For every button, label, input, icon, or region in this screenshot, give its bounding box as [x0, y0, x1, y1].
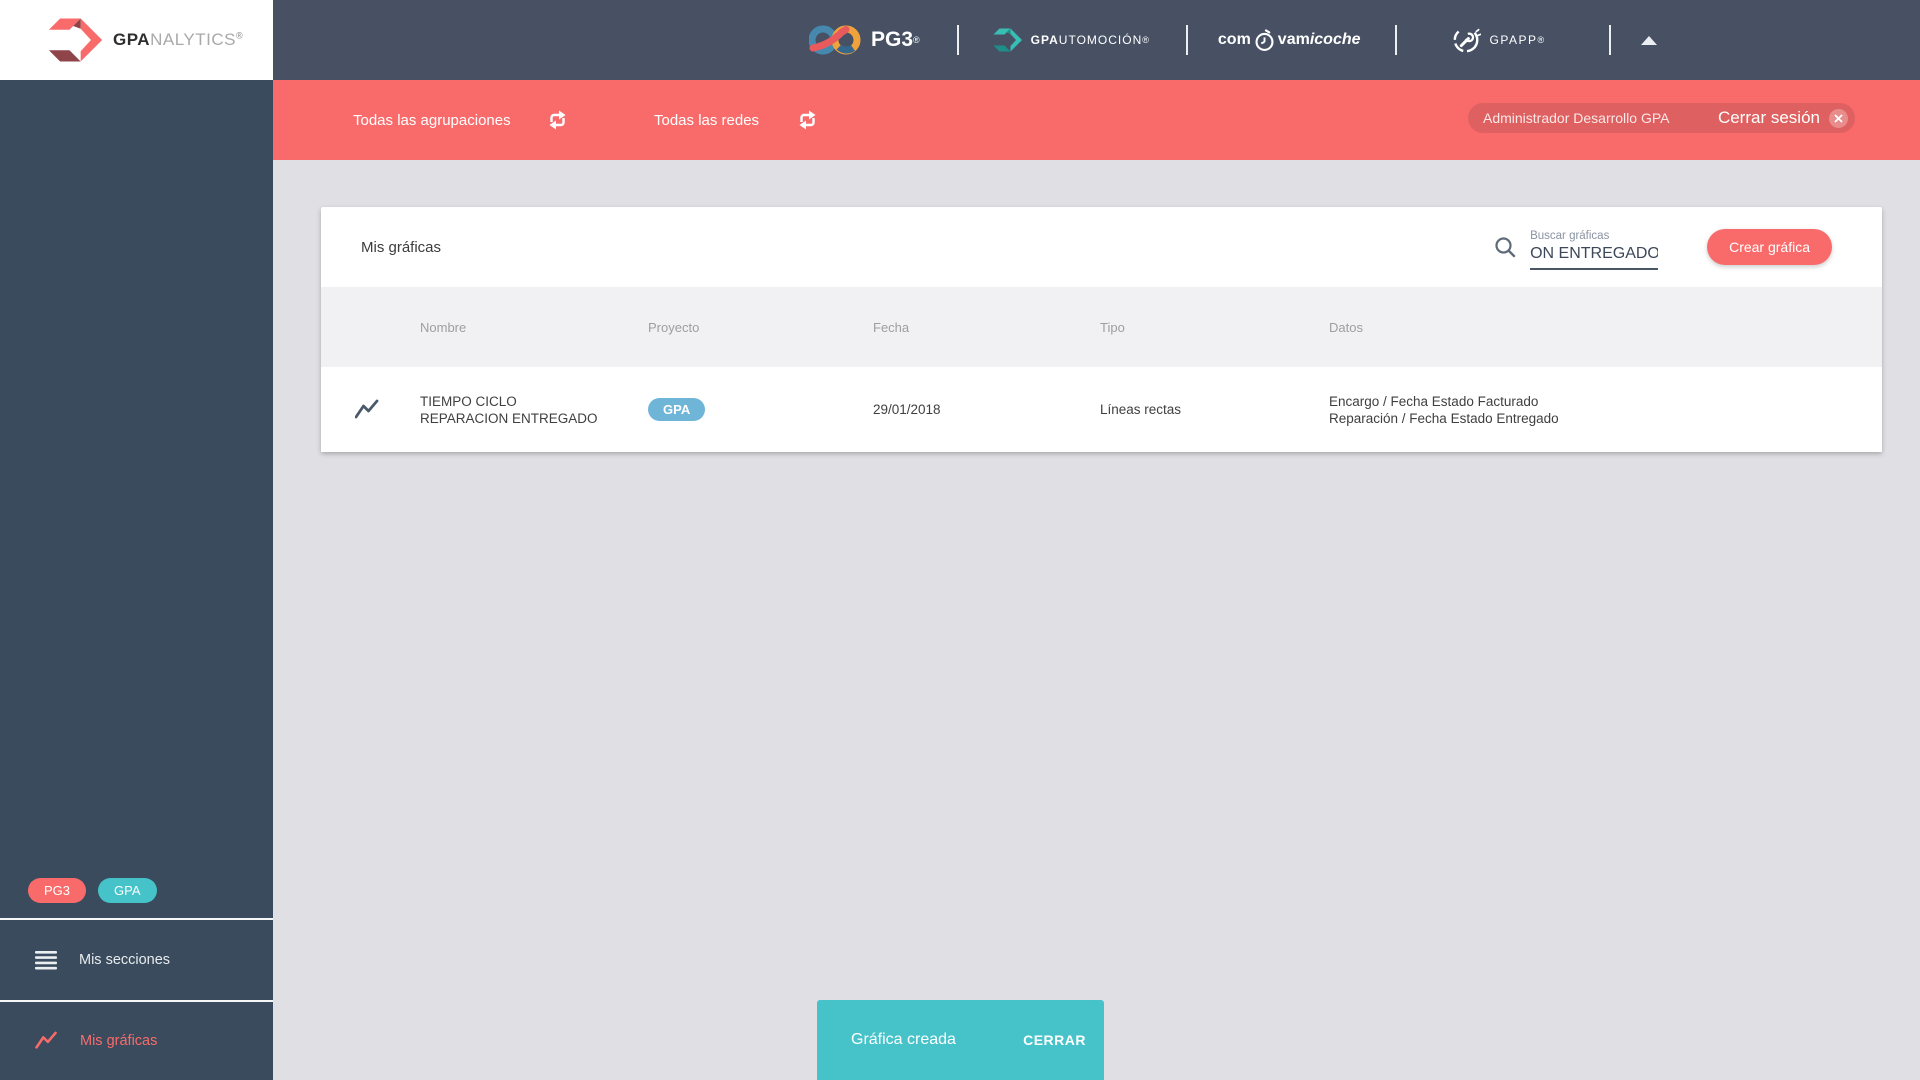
logout-label: Cerrar sesión [1717, 108, 1820, 127]
sidebar-badges: PG3 GPA [28, 878, 157, 903]
pg3-logo[interactable]: PG3 ® [809, 21, 920, 59]
gpanalytics-wordmark: GPANALYTICS® [113, 30, 243, 50]
page-title: Mis gráficas [361, 238, 442, 256]
header-separator [1185, 25, 1188, 55]
list-icon [35, 950, 57, 969]
row-date: 29/01/2018 [873, 402, 941, 417]
line-chart-icon [35, 1031, 57, 1049]
user-session-pill: Administrador Desarrollo GPA Cerrar sesi… [1468, 103, 1855, 133]
close-circle-icon[interactable] [1829, 108, 1848, 128]
card-header: Mis gráficas Buscar gráficas Crear gráfi… [321, 207, 1882, 287]
column-header-tipo: Tipo [1100, 319, 1125, 335]
column-header-nombre: Nombre [420, 319, 467, 335]
stopwatch-icon [1255, 28, 1274, 51]
gpanalytics-logo[interactable]: GPANALYTICS® [0, 0, 273, 80]
table-header-row: Nombre Proyecto Fecha Tipo Datos [321, 287, 1882, 367]
logo-reg-mark: ® [235, 30, 244, 41]
snackbar-message: Gráfica creada [851, 1031, 956, 1048]
gpapp-reg-mark: ® [1537, 35, 1546, 45]
gpautomocion-text-bold: GPA [1030, 33, 1059, 47]
sidebar-item-mis-secciones[interactable]: Mis secciones [0, 920, 273, 1000]
app-root: GPANALYTICS® PG3 GPA Mis secciones Mis g… [0, 0, 1920, 1080]
comprovamicoche-text-mid: vam [1277, 31, 1310, 48]
comprovamicoche-text-italic: icoche [1309, 31, 1361, 48]
gpautomocion-logo[interactable]: GPA UTOMOCIÓN ® [993, 27, 1150, 53]
mis-graficas-card: Mis gráficas Buscar gráficas Crear gráfi… [321, 207, 1882, 452]
gpapp-wordmark: GPAPP [1489, 33, 1538, 47]
user-name-label: Administrador Desarrollo GPA [1483, 110, 1670, 126]
search-label: Buscar gráficas [1530, 230, 1610, 242]
header-separator [1608, 25, 1611, 55]
row-actions-cell [1749, 396, 1882, 423]
row-data-line-1: Encargo / Fecha Estado Facturado [1329, 393, 1539, 409]
project-badge: GPA [648, 398, 706, 421]
filter-bar: Todas las agrupaciones Todas las redes A… [273, 80, 1920, 160]
sidebar-item-mis-graficas[interactable]: Mis gráficas [0, 1002, 273, 1080]
row-type: Líneas rectas [1100, 402, 1182, 417]
row-data: Encargo / Fecha Estado Facturado Reparac… [1329, 393, 1749, 427]
swap-icon[interactable] [796, 109, 819, 131]
row-name: TIEMPO CICLO REPARACION ENTREGADO [420, 393, 598, 426]
snackbar: Gráfica creada CERRAR [817, 1000, 1104, 1080]
pg3-infinity-icon [809, 25, 861, 55]
logo-text-gpa: GPA [113, 30, 151, 49]
snackbar-close-button[interactable]: CERRAR [1017, 1026, 1092, 1054]
badge-pg3[interactable]: PG3 [28, 878, 87, 903]
sidebar: GPANALYTICS® PG3 GPA Mis secciones Mis g… [0, 0, 273, 1080]
create-chart-button[interactable]: Crear gráfica [1707, 229, 1832, 265]
pg3-wordmark: PG3 [871, 28, 914, 51]
column-header-fecha: Fecha [873, 319, 910, 335]
badge-gpa[interactable]: GPA [98, 878, 157, 903]
comprovamicoche-text-pre: com [1217, 31, 1251, 48]
search-icon[interactable] [1494, 236, 1516, 258]
filter-agrupaciones-label: Todas las agrupaciones [353, 111, 511, 129]
gpautomocion-reg-mark: ® [1142, 35, 1150, 45]
search-field: Buscar gráficas [1530, 230, 1659, 270]
column-header-proyecto: Proyecto [648, 319, 700, 335]
header-separator [956, 25, 959, 55]
row-project-cell: GPA [648, 398, 873, 421]
pg3-reg-mark: ® [913, 35, 920, 45]
kebab-menu-icon[interactable] [1789, 396, 1799, 422]
row-data-line-2: Reparación / Fecha Estado Entregado [1329, 410, 1559, 426]
filter-redes[interactable]: Todas las redes [654, 80, 819, 160]
gpautomocion-arrow-icon [993, 28, 1022, 52]
chevron-up-icon [1640, 35, 1657, 45]
logo-text-nalytics: NALYTICS [150, 30, 236, 49]
column-header-datos: Datos [1329, 319, 1363, 335]
line-chart-icon [355, 399, 379, 418]
filter-agrupaciones[interactable]: Todas las agrupaciones [353, 80, 569, 160]
filter-redes-label: Todas las redes [654, 111, 760, 129]
swap-icon[interactable] [546, 109, 569, 131]
gpapp-logo[interactable]: GPAPP ® [1451, 25, 1546, 55]
comprovamicoche-logo[interactable]: com vam icoche [1217, 28, 1361, 52]
header-separator [1394, 25, 1397, 55]
gpautomocion-text-rest: UTOMOCIÓN [1058, 33, 1143, 47]
sidebar-item-label: Mis gráficas [80, 1033, 158, 1049]
collapse-header-button[interactable] [1640, 35, 1657, 45]
logout-button[interactable]: Cerrar sesión [1718, 108, 1848, 128]
search-input[interactable] [1530, 245, 1659, 270]
sidebar-item-label: Mis secciones [79, 952, 171, 968]
table-row[interactable]: TIEMPO CICLO REPARACION ENTREGADO GPA 29… [321, 367, 1882, 452]
top-header: PG3 ® GPA UTOMOCIÓN ® com vam icoche GPA… [273, 0, 1920, 80]
gpanalytics-arrow-icon [48, 18, 103, 62]
row-type-icon-cell [321, 399, 420, 421]
gpapp-wrench-icon [1453, 27, 1481, 53]
